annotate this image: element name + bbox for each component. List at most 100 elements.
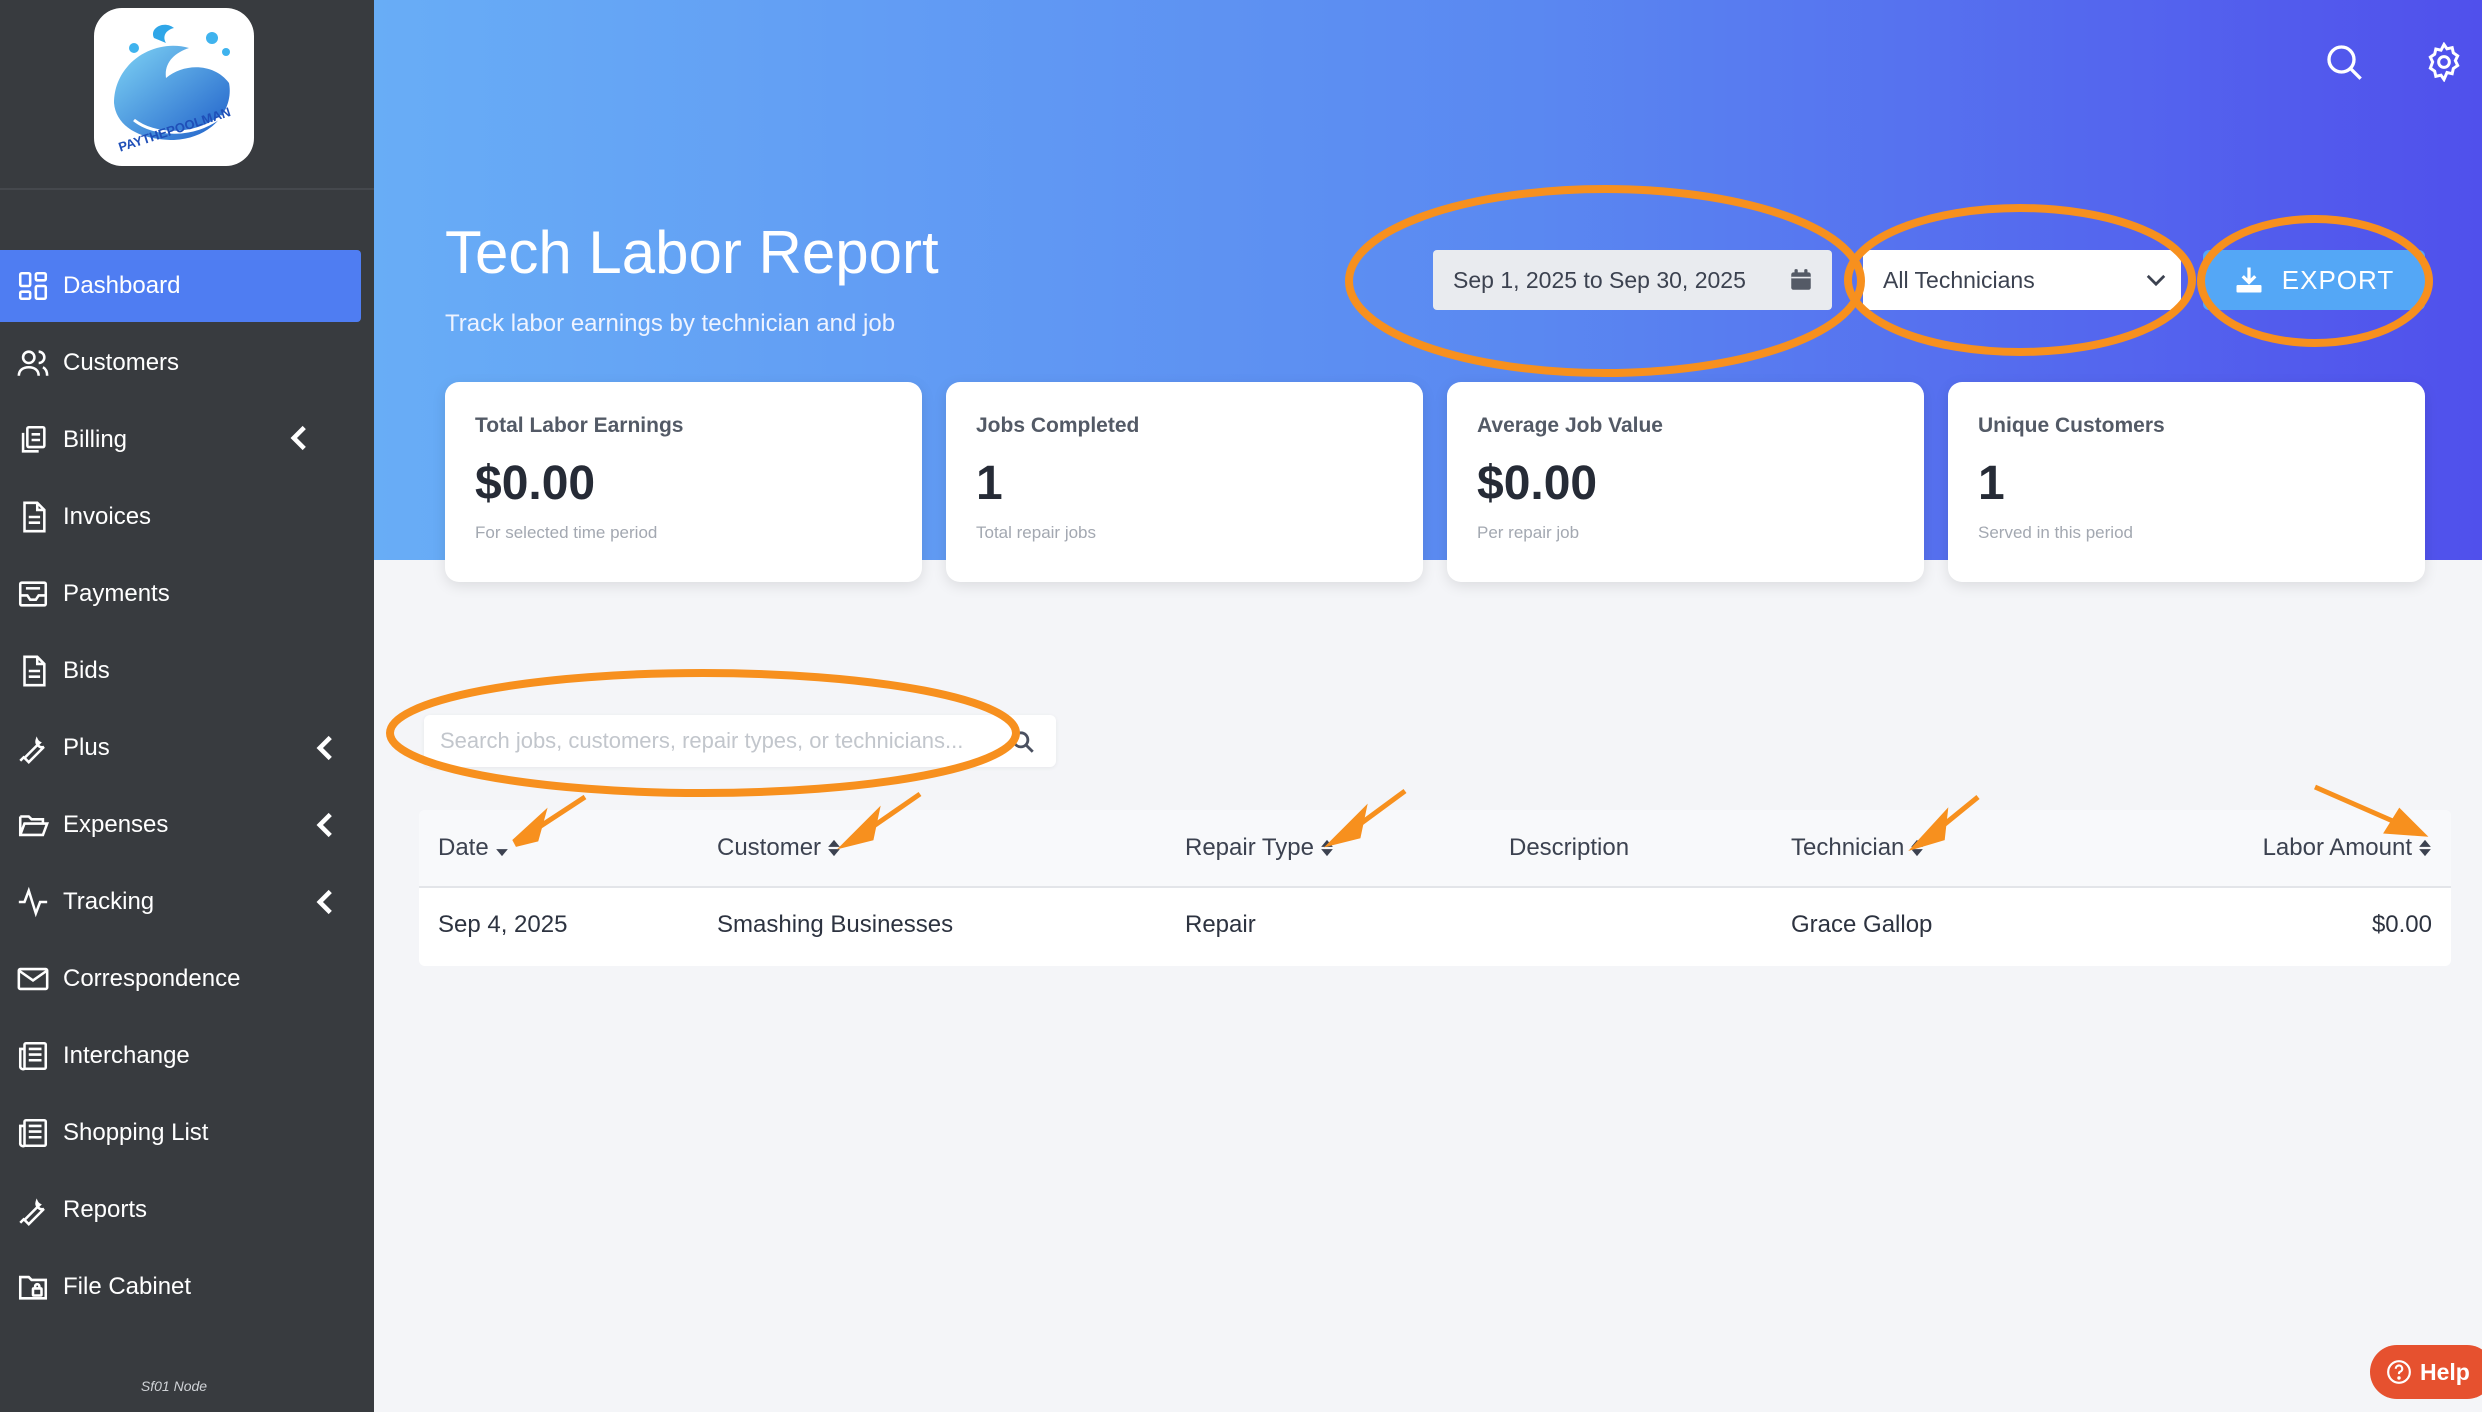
column-header-customer[interactable]: Customer <box>717 834 841 862</box>
help-label: Help <box>2420 1358 2470 1385</box>
sidebar-item-label: Shopping List <box>63 1119 209 1146</box>
sidebar-item-label: Correspondence <box>63 965 241 992</box>
sidebar-item-dashboard[interactable]: Dashboard <box>0 250 361 322</box>
chevron-left-icon[interactable] <box>314 811 336 839</box>
sort-icon <box>1321 839 1333 857</box>
sidebar-item-label: File Cabinet <box>63 1273 192 1300</box>
sidebar-item-label: Plus <box>63 734 110 761</box>
stat-card-total-labor: Total Labor Earnings $0.00 For selected … <box>445 382 922 582</box>
column-header-technician[interactable]: Technician <box>1791 834 1924 862</box>
newspaper-icon <box>15 1038 51 1074</box>
export-button-label: EXPORT <box>2281 264 2395 295</box>
mail-icon <box>15 961 51 997</box>
sidebar-item-plus[interactable]: Plus <box>0 712 374 784</box>
chevron-down-icon <box>2146 274 2166 287</box>
column-label: Labor Amount <box>2262 834 2412 861</box>
sidebar: PAYTHEPOOLMAN Dashboard Customers Billin… <box>0 0 374 1412</box>
stat-value: $0.00 <box>475 457 596 510</box>
stat-card-jobs-completed: Jobs Completed 1 Total repair jobs <box>946 382 1423 582</box>
sort-icon <box>828 839 840 857</box>
stat-note: Served in this period <box>1978 523 2133 542</box>
stat-value: $0.00 <box>1477 457 1598 510</box>
wrench-icon <box>15 730 51 766</box>
wrench-icon <box>15 1192 51 1228</box>
sidebar-item-invoices[interactable]: Invoices <box>0 481 374 553</box>
chevron-left-icon[interactable] <box>288 424 310 452</box>
sidebar-item-label: Billing <box>63 426 128 453</box>
logo[interactable]: PAYTHEPOOLMAN <box>94 8 254 166</box>
sidebar-item-payments[interactable]: Payments <box>0 558 374 630</box>
sidebar-item-billing[interactable]: Billing <box>0 404 374 476</box>
cell-repair-type: Repair <box>1185 911 1256 938</box>
node-label: Sf01 Node <box>140 1378 208 1394</box>
column-header-description: Description <box>1509 834 1629 862</box>
cell-technician: Grace Gallop <box>1791 911 1933 938</box>
column-header-labor-amount[interactable]: Labor Amount <box>2263 834 2432 862</box>
column-label: Repair Type <box>1185 834 1314 861</box>
technician-select[interactable]: All Technicians <box>1863 250 2181 310</box>
sidebar-item-label: Reports <box>63 1196 148 1223</box>
sidebar-item-file-cabinet[interactable]: File Cabinet <box>0 1251 374 1323</box>
stat-label: Unique Customers <box>1978 414 2165 437</box>
calendar-icon <box>1791 269 1811 290</box>
users-icon <box>15 345 51 381</box>
stat-value: 1 <box>976 457 1003 510</box>
stat-label: Total Labor Earnings <box>475 414 684 437</box>
stat-note: Per repair job <box>1477 523 1580 542</box>
technician-select-value: All Technicians <box>1883 266 2035 293</box>
labor-table: Date Customer Repair Type Description Te… <box>419 810 2451 966</box>
sort-icon <box>2419 839 2431 857</box>
date-range-picker[interactable]: Sep 1, 2025 to Sep 30, 2025 <box>1433 250 1832 310</box>
table-search <box>424 715 1056 767</box>
divider <box>0 188 374 190</box>
sidebar-item-tracking[interactable]: Tracking <box>0 866 374 938</box>
stat-note: For selected time period <box>475 523 658 542</box>
inbox-icon <box>15 576 51 612</box>
search-icon[interactable] <box>1010 729 1036 755</box>
table-header: Date Customer Repair Type Description Te… <box>419 810 2451 888</box>
date-range-value: Sep 1, 2025 to Sep 30, 2025 <box>1453 266 1746 293</box>
cell-date: Sep 4, 2025 <box>438 911 568 938</box>
column-label: Description <box>1509 834 1630 861</box>
cell-labor-amount: $0.00 <box>2371 911 2432 938</box>
column-label: Customer <box>717 834 822 861</box>
folder-open-icon <box>15 807 51 843</box>
gear-icon[interactable] <box>2424 42 2464 82</box>
stat-label: Average Job Value <box>1477 414 1663 437</box>
billing-stack-icon <box>15 422 51 458</box>
sidebar-item-interchange[interactable]: Interchange <box>0 1020 374 1092</box>
sort-desc-icon <box>495 849 508 857</box>
page-subtitle: Track labor earnings by technician and j… <box>445 310 896 337</box>
dashboard-grid-icon <box>15 268 51 304</box>
sidebar-nav: Dashboard Customers Billing Invoices Pay… <box>0 250 374 1328</box>
sidebar-item-correspondence[interactable]: Correspondence <box>0 943 374 1015</box>
sidebar-item-customers[interactable]: Customers <box>0 327 374 399</box>
sidebar-item-reports[interactable]: Reports <box>0 1174 374 1246</box>
document-icon <box>15 653 51 689</box>
search-icon[interactable] <box>2324 42 2364 82</box>
stat-card-average-job-value: Average Job Value $0.00 Per repair job <box>1447 382 1924 582</box>
help-button[interactable]: Help <box>2370 1345 2482 1399</box>
stat-label: Jobs Completed <box>976 414 1140 437</box>
column-header-repair-type[interactable]: Repair Type <box>1185 834 1334 862</box>
sidebar-item-bids[interactable]: Bids <box>0 635 374 707</box>
sidebar-item-shopping-list[interactable]: Shopping List <box>0 1097 374 1169</box>
download-icon <box>2236 267 2262 293</box>
sidebar-item-label: Tracking <box>63 888 155 915</box>
search-input[interactable] <box>440 728 1000 754</box>
chevron-left-icon[interactable] <box>314 888 336 916</box>
column-label: Date <box>438 834 489 861</box>
export-button[interactable]: EXPORT <box>2203 250 2425 310</box>
question-circle-icon <box>2387 1360 2411 1384</box>
newspaper-icon <box>15 1115 51 1151</box>
wave-logo-icon: PAYTHEPOOLMAN <box>114 24 232 155</box>
activity-icon <box>15 884 51 920</box>
sidebar-item-expenses[interactable]: Expenses <box>0 789 374 861</box>
sidebar-item-label: Expenses <box>63 811 169 838</box>
sidebar-item-label: Dashboard <box>63 272 181 299</box>
column-header-date[interactable]: Date <box>438 834 509 862</box>
chevron-left-icon[interactable] <box>314 734 336 762</box>
sidebar-item-label: Bids <box>63 657 110 684</box>
sort-icon <box>1911 839 1924 857</box>
sidebar-item-label: Payments <box>63 580 170 607</box>
